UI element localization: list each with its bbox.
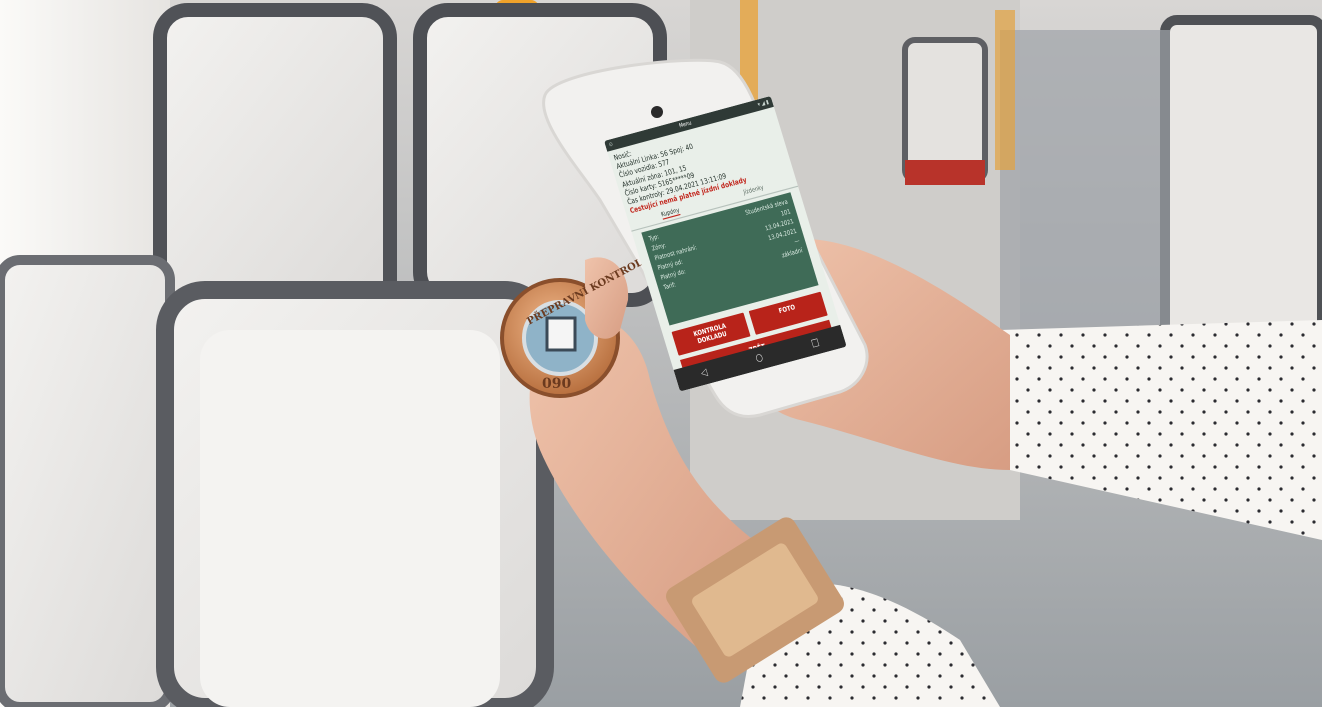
- badge-logo-icon: [545, 316, 577, 352]
- panel-label: Tarif:: [663, 282, 677, 293]
- seat-back-top: [153, 3, 397, 317]
- recents-nav-icon[interactable]: □: [810, 337, 821, 350]
- seat-center-shell: [200, 330, 500, 707]
- back-nav-icon[interactable]: ◁: [700, 367, 709, 379]
- home-nav-icon[interactable]: ○: [754, 352, 764, 365]
- camera-icon: [651, 106, 663, 118]
- seat-left-front: [0, 255, 175, 707]
- far-seat: [902, 37, 988, 183]
- status-left: ⊙: [608, 141, 614, 149]
- tab-coupons[interactable]: Kupóny: [660, 207, 681, 221]
- handrail-far-2: [995, 10, 1015, 170]
- badge-number: 090: [542, 376, 572, 392]
- photo: PŘEPRAVNÍ KONTROLA 090 ⊙ Menu ▾ ◢ ▮ Nosi…: [0, 0, 1322, 707]
- bus-interior-scene: [0, 0, 1322, 707]
- far-seat-cushion: [905, 160, 985, 185]
- right-seat: [1160, 15, 1322, 355]
